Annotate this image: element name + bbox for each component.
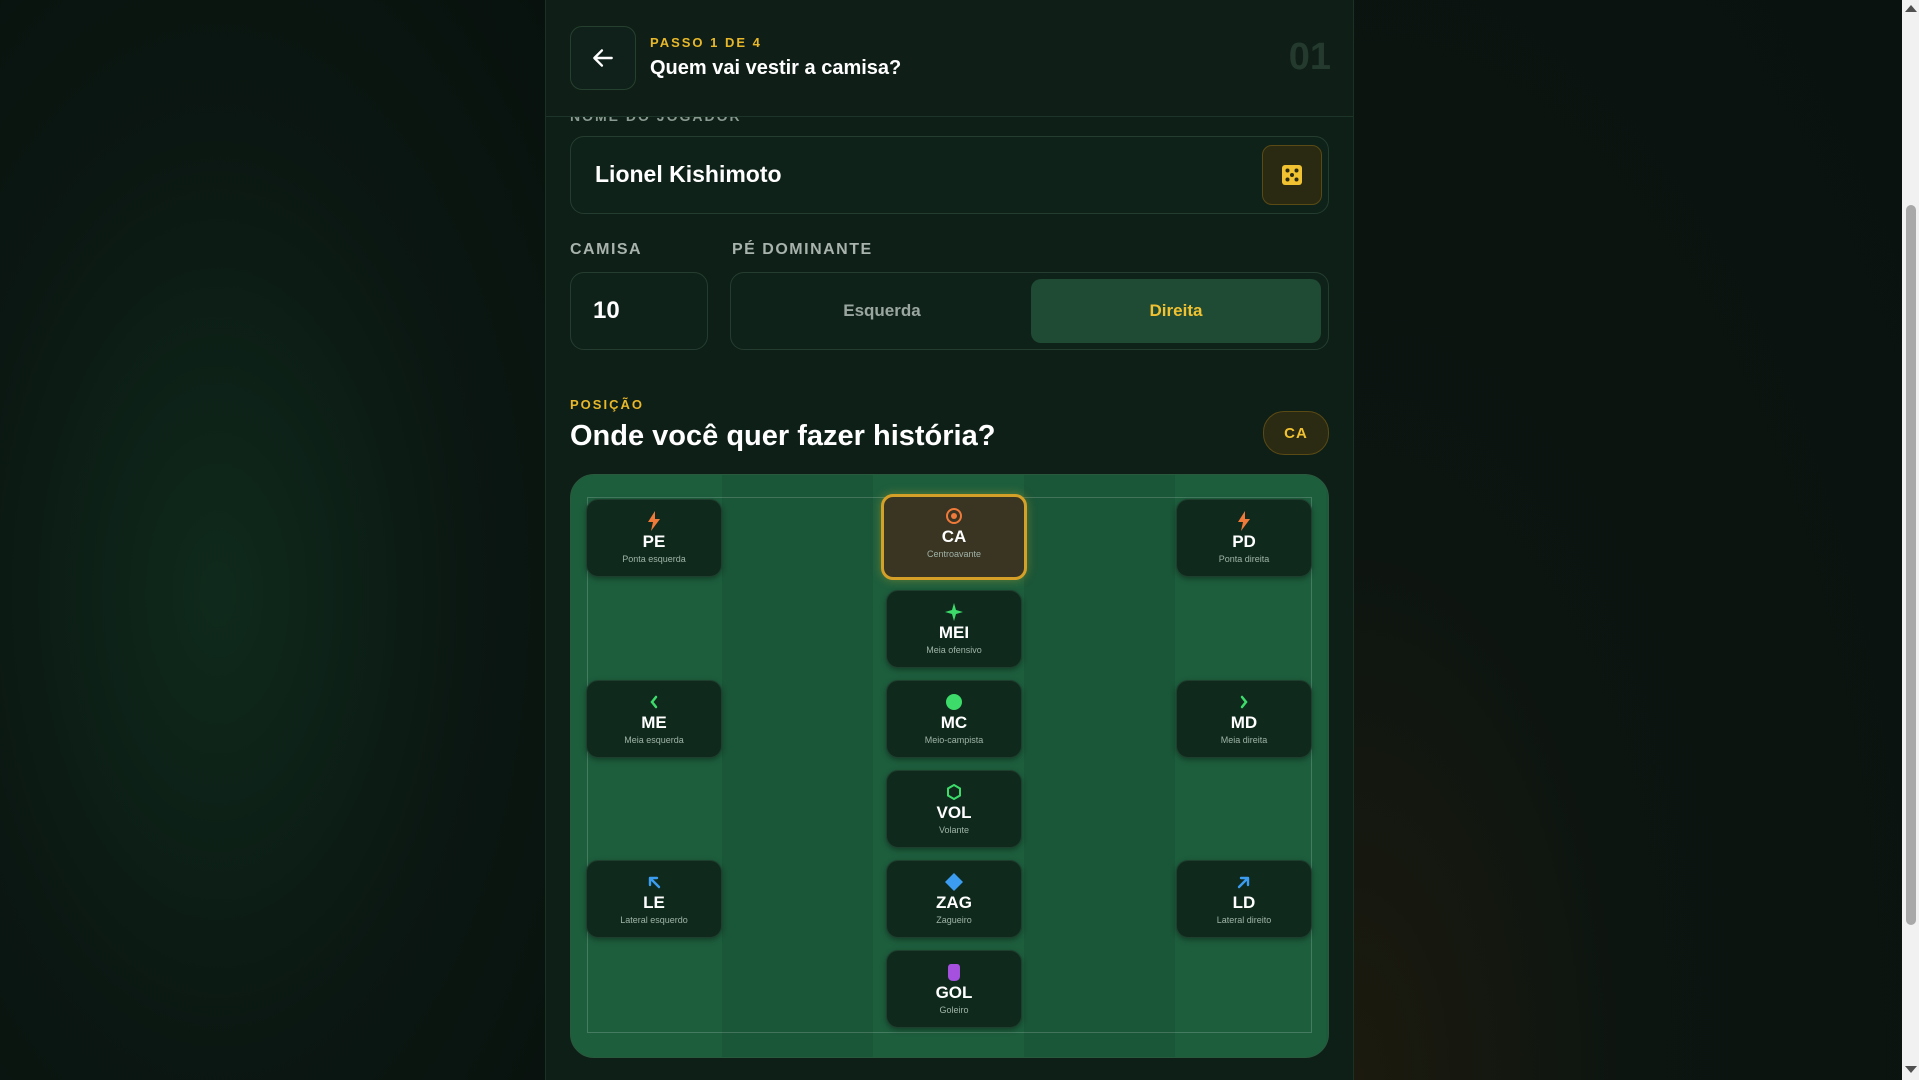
position-card-vol[interactable]: VOL Volante [886,770,1022,848]
position-abbr: MEI [938,623,970,642]
position-abbr: MD [1230,713,1258,732]
position-desc: Zagueiro [936,915,972,925]
foot-option-left[interactable]: Esquerda [737,279,1027,343]
player-name-value[interactable]: Lionel Kishimoto [595,161,782,188]
randomize-name-button[interactable] [1262,145,1322,205]
scrollbar[interactable] [1902,0,1919,1080]
arrow-up-right-icon [1236,872,1252,892]
lightning-icon [1237,511,1251,531]
step-number: 01 [1288,36,1331,78]
step-indicator: PASSO 1 DE 4 [650,35,762,50]
position-card-le[interactable]: LE Lateral esquerdo [586,860,722,938]
dice-icon [1282,165,1302,185]
position-card-ca[interactable]: CA Centroavante [881,494,1027,580]
position-card-zag[interactable]: ZAG Zagueiro [886,860,1022,938]
position-card-pd[interactable]: PD Ponta direita [1176,499,1312,577]
position-desc: Meia direita [1220,735,1268,745]
player-name-field[interactable]: Lionel Kishimoto [570,136,1329,214]
background-right [1352,0,1902,1080]
arrow-left-icon [593,49,613,67]
position-desc: Goleiro [939,1005,969,1015]
position-abbr: VOL [936,803,972,822]
foot-option-right[interactable]: Direita [1031,279,1321,343]
position-abbr: ME [641,713,667,732]
dominant-foot-label: PÉ DOMINANTE [732,241,873,258]
position-abbr: MC [940,713,968,732]
position-abbr: LD [1232,893,1256,912]
diamond-icon [944,872,964,892]
position-card-pe[interactable]: PE Ponta esquerda [586,499,722,577]
position-card-mei[interactable]: MEI Meia ofensivo [886,590,1022,668]
position-desc: Ponta direita [1218,554,1270,564]
glove-icon [945,962,963,982]
chevron-left-icon [649,692,659,712]
step-question: Quem vai vestir a camisa? [650,57,902,79]
position-abbr: ZAG [936,893,972,912]
scroll-up-arrow-icon[interactable] [1905,5,1917,12]
wizard-panel: NOME DO JOGADOR PASSO 1 DE 4 Quem vai ve… [545,0,1354,1080]
position-desc: Centroavante [926,549,982,559]
selected-position-badge: CA [1263,411,1329,455]
pitch: PE Ponta esquerda CA Centroavante PD Pon… [570,474,1329,1058]
dominant-foot-toggle: Esquerda Direita [730,272,1329,350]
position-abbr: GOL [935,983,973,1002]
scrollbar-thumb[interactable] [1906,205,1916,925]
background-left [0,0,545,1080]
position-card-ld[interactable]: LD Lateral direito [1176,860,1312,938]
position-desc: Lateral direito [1216,915,1272,925]
position-title: Onde você quer fazer história? [570,420,996,452]
hexagon-icon [946,782,962,802]
sparkle-icon [945,602,963,622]
lightning-icon [647,511,661,531]
position-desc: Meio-campista [924,735,984,745]
back-button[interactable] [570,26,636,90]
position-card-gol[interactable]: GOL Goleiro [886,950,1022,1028]
scroll-down-arrow-icon[interactable] [1905,1066,1917,1073]
position-card-md[interactable]: MD Meia direita [1176,680,1312,758]
position-abbr: PD [1232,532,1256,551]
position-card-mc[interactable]: MC Meio-campista [886,680,1022,758]
position-card-me[interactable]: ME Meia esquerda [586,680,722,758]
circle-icon [945,692,963,712]
position-abbr: PE [642,532,666,551]
position-desc: Volante [938,825,970,835]
wizard-header: PASSO 1 DE 4 Quem vai vestir a camisa? 0… [546,0,1353,117]
position-label: POSIÇÃO [570,397,644,412]
position-desc: Ponta esquerda [622,554,686,564]
target-icon [945,506,963,526]
jersey-label: CAMISA [570,241,643,258]
position-desc: Lateral esquerdo [620,915,688,925]
position-abbr: CA [941,527,967,546]
position-desc: Meia esquerda [624,735,684,745]
jersey-number-value[interactable]: 10 [593,297,620,325]
position-desc: Meia ofensivo [926,645,982,655]
arrow-up-left-icon [646,872,662,892]
chevron-right-icon [1239,692,1249,712]
jersey-number-field[interactable]: 10 [570,272,708,350]
position-abbr: LE [643,893,665,912]
